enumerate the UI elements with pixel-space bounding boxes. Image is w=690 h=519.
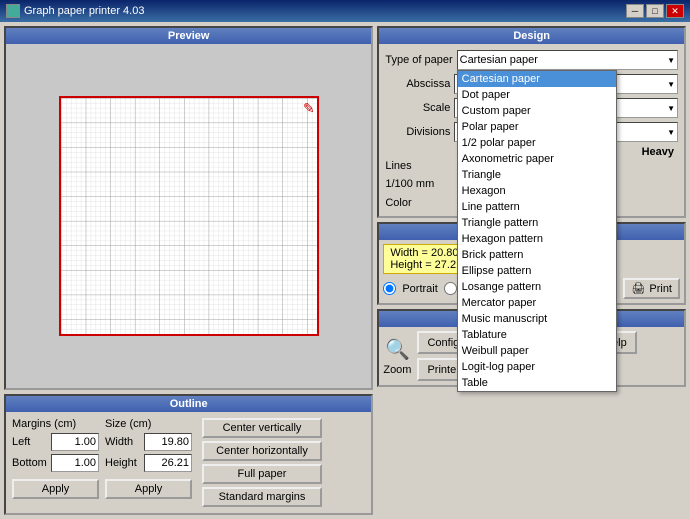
dropdown-item-axonometric[interactable]: Axonometric paper (458, 151, 616, 167)
outline-section: Outline Margins (cm) Left Bottom Apply (4, 394, 373, 515)
dropdown-item-ellipse[interactable]: Ellipse pattern (458, 263, 616, 279)
lines-main-label: Lines (385, 160, 455, 172)
divisions-label: Divisions (385, 126, 450, 138)
app-title: Graph paper printer 4.03 (24, 5, 144, 17)
divisions-arrow-icon: ▼ (667, 128, 675, 137)
paper-type-dropdown-container: Cartesian paper ▼ Cartesian paper Dot pa… (457, 50, 678, 70)
dropdown-item-music[interactable]: Music manuscript (458, 311, 616, 327)
preview-area: ✎ (6, 44, 371, 388)
print-button[interactable]: 🖨 Print (623, 278, 680, 299)
landscape-radio[interactable] (444, 282, 457, 295)
full-paper-button[interactable]: Full paper (202, 464, 322, 484)
bottom-input[interactable] (51, 454, 99, 472)
printer-icon: 🖨 (631, 282, 645, 295)
close-button[interactable]: ✕ (666, 4, 684, 18)
maximize-button[interactable]: □ (646, 4, 664, 18)
type-of-paper-row: Type of paper Cartesian paper ▼ Cartesia… (385, 50, 678, 70)
design-header: Design (379, 28, 684, 44)
window-controls: ─ □ ✕ (626, 4, 684, 18)
abscissa-arrow-icon: ▼ (667, 80, 675, 89)
combo-arrow-icon: ▼ (667, 56, 675, 65)
per100mm-label: 1/100 mm (385, 178, 455, 190)
paper-type-dropdown[interactable]: Cartesian paper Dot paper Custom paper P… (457, 70, 617, 392)
dropdown-item-hexagonpat[interactable]: Hexagon pattern (458, 231, 616, 247)
dropdown-item-linepat[interactable]: Line pattern (458, 199, 616, 215)
height-label: Height (105, 457, 140, 469)
print-label: Print (649, 283, 672, 295)
left-label: Left (12, 436, 47, 448)
bottom-label: Bottom (12, 457, 47, 469)
dropdown-item-table[interactable]: Table (458, 375, 616, 391)
preview-section: Preview (4, 26, 373, 390)
standard-margins-button[interactable]: Standard margins (202, 487, 322, 507)
paper-type-combo[interactable]: Cartesian paper ▼ (457, 50, 678, 70)
title-bar: Graph paper printer 4.03 ─ □ ✕ (0, 0, 690, 22)
right-panel: Design Type of paper Cartesian paper ▼ C… (377, 22, 690, 519)
dropdown-item-mercator[interactable]: Mercator paper (458, 295, 616, 311)
dropdown-item-brick[interactable]: Brick pattern (458, 247, 616, 263)
size-apply-button[interactable]: Apply (105, 479, 192, 499)
dropdown-item-polar[interactable]: Polar paper (458, 119, 616, 135)
app-icon (6, 4, 20, 18)
dropdown-item-hexagon[interactable]: Hexagon (458, 183, 616, 199)
dropdown-item-halfpolar[interactable]: 1/2 polar paper (458, 135, 616, 151)
width-label: Width (105, 436, 140, 448)
dropdown-item-custom[interactable]: Custom paper (458, 103, 616, 119)
zoom-label: Zoom (383, 364, 411, 376)
outline-header: Outline (6, 396, 371, 412)
abscissa-label: Abscissa (385, 78, 450, 90)
margins-col: Margins (cm) Left Bottom Apply (12, 418, 99, 507)
portrait-label: Portrait (402, 283, 437, 295)
paper-type-selected: Cartesian paper (460, 54, 538, 66)
center-vertically-button[interactable]: Center vertically (202, 418, 322, 438)
dropdown-item-tablature[interactable]: Tablature (458, 327, 616, 343)
zoom-area: 🔍 Zoom (383, 337, 411, 376)
width-input[interactable] (144, 433, 192, 451)
margins-label: Margins (cm) (12, 418, 99, 430)
left-input[interactable] (51, 433, 99, 451)
dropdown-item-logit[interactable]: Logit-log paper (458, 359, 616, 375)
dropdown-item-trianglepat[interactable]: Triangle pattern (458, 215, 616, 231)
dropdown-item-weibull[interactable]: Weibull paper (458, 343, 616, 359)
preview-header: Preview (6, 28, 371, 44)
left-panel: Preview (0, 22, 377, 519)
size-col: Size (cm) Width Height Apply (105, 418, 192, 507)
size-label: Size (cm) (105, 418, 192, 430)
scale-label: Scale (385, 102, 450, 114)
dropdown-item-losange[interactable]: Losange pattern (458, 279, 616, 295)
scale-arrow-icon: ▼ (667, 104, 675, 113)
height-input[interactable] (144, 454, 192, 472)
outline-buttons: Center vertically Center horizontally Fu… (202, 418, 322, 507)
design-content: Type of paper Cartesian paper ▼ Cartesia… (379, 44, 684, 216)
edit-icon[interactable]: ✎ (303, 100, 315, 117)
margins-apply-button[interactable]: Apply (12, 479, 99, 499)
dropdown-item-dot[interactable]: Dot paper (458, 87, 616, 103)
type-of-paper-label: Type of paper (385, 54, 452, 66)
zoom-icon: 🔍 (385, 337, 410, 362)
dropdown-item-cartesian[interactable]: Cartesian paper (458, 71, 616, 87)
grid-svg (61, 98, 317, 334)
center-horizontally-button[interactable]: Center horizontally (202, 441, 322, 461)
color-label: Color (385, 197, 455, 209)
dropdown-item-triangle[interactable]: Triangle (458, 167, 616, 183)
portrait-radio[interactable] (383, 282, 396, 295)
heavy-label: Heavy (642, 146, 674, 158)
minimize-button[interactable]: ─ (626, 4, 644, 18)
design-section: Design Type of paper Cartesian paper ▼ C… (377, 26, 686, 218)
preview-paper: ✎ (59, 96, 319, 336)
